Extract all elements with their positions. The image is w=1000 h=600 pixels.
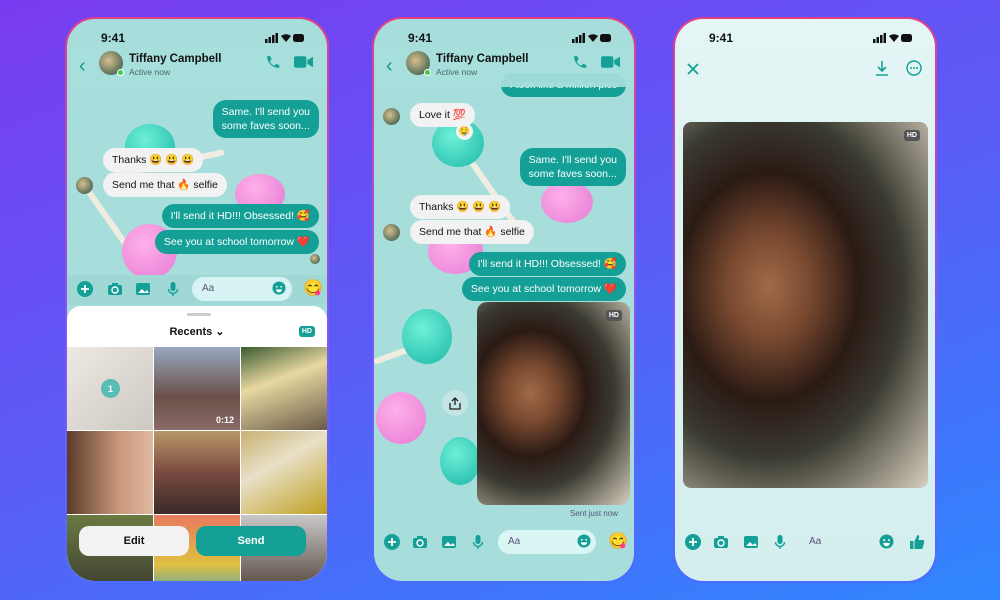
edit-button[interactable]: Edit xyxy=(79,526,189,556)
status-icons xyxy=(873,33,913,43)
video-call-icon[interactable] xyxy=(294,55,313,69)
back-icon[interactable]: ‹ xyxy=(79,55,86,78)
plus-icon[interactable] xyxy=(685,534,701,550)
sheet-handle[interactable] xyxy=(187,313,211,316)
message-bubble[interactable]: See you at school tomorrow ❤️ xyxy=(461,277,626,302)
image-icon[interactable] xyxy=(441,534,457,550)
share-icon xyxy=(449,396,461,410)
message-bubble[interactable]: Same. I'll send you some faves soon... xyxy=(519,148,626,187)
status-time: 9:41 xyxy=(709,31,734,45)
sender-avatar xyxy=(383,224,400,241)
plus-icon[interactable] xyxy=(384,534,400,550)
image-icon[interactable] xyxy=(743,534,759,550)
sender-avatar xyxy=(76,177,93,194)
phone-chat-with-photo: 9:41 I took like a million pics ‹ Tiffan… xyxy=(372,17,636,583)
share-button[interactable] xyxy=(442,390,468,416)
sender-avatar xyxy=(383,108,400,125)
selection-count: 1 xyxy=(101,379,120,398)
hd-toggle[interactable]: HD xyxy=(298,326,315,337)
camera-icon[interactable] xyxy=(412,534,428,550)
status-time: 9:41 xyxy=(101,31,126,45)
video-call-icon[interactable] xyxy=(601,55,620,69)
close-icon[interactable] xyxy=(687,63,699,75)
like-icon[interactable] xyxy=(909,534,925,550)
hd-badge: HD xyxy=(903,130,920,141)
status-icons xyxy=(572,33,612,43)
send-button[interactable]: Send xyxy=(196,526,306,556)
photo-thumbnail[interactable] xyxy=(241,347,327,430)
read-receipt-avatar xyxy=(310,254,320,264)
message-bubble[interactable]: I'll send it HD!!! Obsessed! 🥰 xyxy=(161,204,319,229)
back-icon[interactable]: ‹ xyxy=(386,55,393,78)
photo-message[interactable]: HD xyxy=(477,302,630,505)
media-picker-sheet: Recents ⌄ HD 1 0:12 Edit Send xyxy=(67,306,327,581)
contact-status: Active now xyxy=(436,67,478,77)
chat-header: ‹ Tiffany Campbell Active now xyxy=(374,47,634,87)
phone-icon[interactable] xyxy=(265,55,280,70)
status-time: 9:41 xyxy=(408,31,433,45)
camera-icon[interactable] xyxy=(107,281,123,297)
sent-status: Sent just now xyxy=(569,509,618,518)
download-icon[interactable] xyxy=(875,60,889,76)
contact-status: Active now xyxy=(129,67,171,77)
phone-chat-with-gallery: 9:41 ‹ Tiffany Campbell Active now Same.… xyxy=(65,17,329,583)
online-indicator xyxy=(424,69,431,76)
photo-thumbnail[interactable] xyxy=(154,431,240,514)
composer: Aa 😋 xyxy=(67,275,327,305)
composer: Aa 😋 xyxy=(374,528,634,558)
sticker-icon[interactable]: 😋 xyxy=(608,531,628,551)
more-icon[interactable] xyxy=(906,60,922,76)
contact-name[interactable]: Tiffany Campbell xyxy=(129,53,221,65)
emoji-icon[interactable] xyxy=(879,534,894,549)
mic-icon[interactable] xyxy=(470,534,486,550)
chat-header: ‹ Tiffany Campbell Active now xyxy=(67,47,327,87)
message-bubble[interactable]: Send me that 🔥 selfie xyxy=(103,173,227,198)
message-input[interactable]: Aa xyxy=(799,530,871,554)
phone-icon[interactable] xyxy=(572,55,587,70)
camera-icon[interactable] xyxy=(713,534,729,550)
album-selector[interactable]: Recents ⌄ xyxy=(67,325,327,338)
message-bubble[interactable]: Thanks 😃 😃 😃 xyxy=(410,195,511,220)
mic-icon[interactable] xyxy=(772,534,788,550)
composer: Aa xyxy=(675,528,935,558)
photo-thumbnail[interactable] xyxy=(241,431,327,514)
contact-name[interactable]: Tiffany Campbell xyxy=(436,53,528,65)
message-bubble[interactable]: I'll send it HD!!! Obsessed! 🥰 xyxy=(468,252,626,277)
sticker-icon[interactable]: 😋 xyxy=(303,278,323,298)
phone-photo-viewer: 9:41 HD Aa xyxy=(673,17,937,583)
message-bubble[interactable]: Send me that 🔥 selfie xyxy=(410,220,534,245)
message-reaction[interactable]: 🤤 xyxy=(456,123,473,140)
emoji-icon[interactable] xyxy=(577,534,591,548)
online-indicator xyxy=(117,69,124,76)
photo-thumbnail[interactable] xyxy=(67,431,153,514)
emoji-icon[interactable] xyxy=(272,281,286,295)
message-bubble[interactable]: Thanks 😃 😃 😃 xyxy=(103,148,204,173)
video-duration: 0:12 xyxy=(215,415,234,425)
photo-thumbnail-selected[interactable]: 1 xyxy=(67,347,153,430)
message-bubble[interactable]: Same. I'll send you some faves soon... xyxy=(212,100,319,139)
status-icons xyxy=(265,33,305,43)
plus-icon[interactable] xyxy=(77,281,93,297)
message-bubble[interactable]: See you at school tomorrow ❤️ xyxy=(154,230,319,255)
image-icon[interactable] xyxy=(135,281,151,297)
video-thumbnail[interactable]: 0:12 xyxy=(154,347,240,430)
full-photo[interactable]: HD xyxy=(683,122,928,488)
mic-icon[interactable] xyxy=(165,281,181,297)
hd-badge: HD xyxy=(605,310,622,321)
